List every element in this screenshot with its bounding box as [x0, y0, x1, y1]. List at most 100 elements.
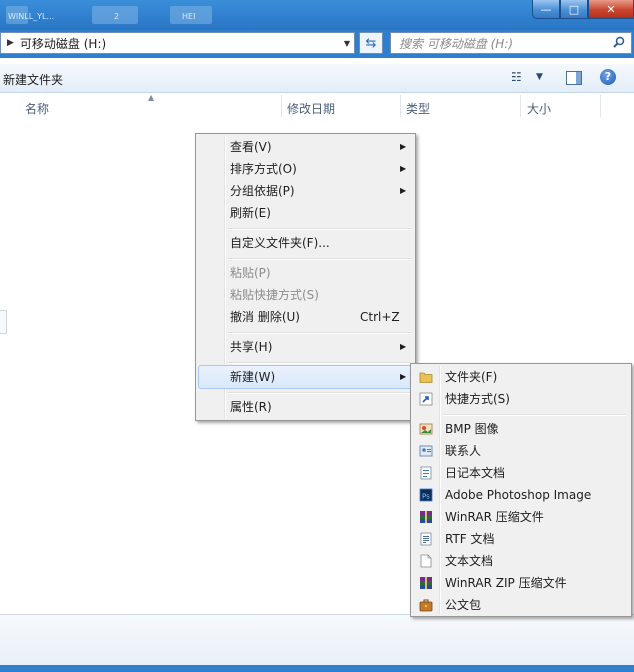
menu-item-new-winrar-zip[interactable]: WinRAR ZIP 压缩文件: [413, 572, 629, 594]
column-divider[interactable]: [600, 95, 601, 117]
menu-item-label: 刷新(E): [230, 206, 271, 220]
chevron-down-icon[interactable]: ▼: [536, 72, 543, 82]
close-button[interactable]: ✕: [588, 0, 634, 19]
menu-item-new-journal[interactable]: 日记本文档: [413, 462, 629, 484]
menu-item-label: 自定义文件夹(F)...: [230, 236, 330, 250]
command-bar: 新建文件夹 ☷ ▼ ?: [0, 64, 634, 93]
submenu-arrow-icon: ▶: [400, 372, 407, 381]
column-header-row: ▲ 名称 修改日期 类型 大小: [0, 93, 634, 120]
menu-item-new-text-document[interactable]: 文本文档: [413, 550, 629, 572]
title-fragment-1: WINLL_YL...: [8, 12, 55, 21]
menu-separator: [228, 258, 411, 260]
menu-item-label: 文件夹(F): [445, 370, 498, 384]
menu-item-new-bmp[interactable]: BMP 图像: [413, 418, 629, 440]
chevron-down-icon[interactable]: ▼: [340, 39, 354, 48]
menu-item-label: RTF 文档: [445, 532, 495, 546]
menu-item-label: 粘贴快捷方式(S): [230, 288, 319, 302]
menu-item-label: Adobe Photoshop Image: [445, 488, 592, 502]
views-icon[interactable]: ☷: [511, 70, 522, 84]
column-name[interactable]: 名称: [25, 100, 49, 117]
help-icon[interactable]: ?: [600, 69, 616, 85]
minimize-icon: —: [540, 2, 552, 16]
menu-item-label: BMP 图像: [445, 422, 499, 436]
details-pane: [0, 615, 634, 665]
submenu-arrow-icon: ▶: [400, 142, 407, 151]
minimize-button[interactable]: —: [532, 0, 560, 19]
sort-arrow-icon: ▲: [148, 93, 155, 102]
menu-item-label: WinRAR 压缩文件: [445, 510, 544, 524]
menu-item-paste-shortcut[interactable]: 粘贴快捷方式(S): [198, 284, 413, 306]
winrar-icon: [420, 511, 432, 523]
menu-item-label: 粘贴(P): [230, 266, 271, 280]
maximize-icon: □: [568, 2, 580, 16]
window-titlebar: WINLL_YL... 2 HEI — □ ✕: [0, 0, 634, 30]
svg-text:Ps: Ps: [422, 493, 430, 501]
context-menu: 查看(V) ▶ 排序方式(O) ▶ 分组依据(P) ▶ 刷新(E) 自定义文件夹…: [195, 133, 416, 421]
title-fragment-3: HEI: [182, 12, 196, 21]
menu-separator: [443, 414, 626, 416]
address-bar[interactable]: ▶ 可移动磁盘 (H:) ▼: [0, 32, 355, 54]
window-bottom-border: [0, 665, 634, 672]
menu-item-sort-by[interactable]: 排序方式(O) ▶: [198, 158, 413, 180]
navigation-pane-edge[interactable]: [0, 310, 7, 334]
menu-item-label: 分组依据(P): [230, 184, 295, 198]
refresh-icon: ⇆: [365, 35, 377, 51]
menu-item-label: 排序方式(O): [230, 162, 297, 176]
search-input[interactable]: 搜索 可移动磁盘 (H:): [390, 32, 632, 54]
preview-pane-icon[interactable]: [566, 71, 582, 85]
new-submenu: 文件夹(F) 快捷方式(S) BMP 图像 联系人 日记本文档 Ps Adobe…: [410, 363, 632, 617]
refresh-button[interactable]: ⇆: [359, 32, 383, 54]
menu-item-label: 日记本文档: [445, 466, 506, 480]
menu-item-new-folder[interactable]: 文件夹(F): [413, 366, 629, 388]
address-row: ▶ 可移动磁盘 (H:) ▼ ⇆ 搜索 可移动磁盘 (H:): [0, 30, 634, 58]
journal-icon: [420, 466, 432, 480]
menu-item-new-winrar[interactable]: WinRAR 压缩文件: [413, 506, 629, 528]
menu-item-new-briefcase[interactable]: 公文包: [413, 594, 629, 616]
menu-item-group-by[interactable]: 分组依据(P) ▶: [198, 180, 413, 202]
photoshop-icon: Ps: [419, 488, 433, 502]
menu-separator: [228, 362, 411, 364]
winrar-zip-icon: [420, 577, 432, 589]
menu-item-label: 新建(W): [230, 370, 276, 384]
shortcut-icon: [419, 392, 433, 406]
menu-item-label: 联系人: [445, 444, 482, 458]
column-divider[interactable]: [281, 95, 282, 117]
menu-item-customize-folder[interactable]: 自定义文件夹(F)...: [198, 232, 413, 254]
text-document-icon: [420, 554, 432, 568]
breadcrumb-arrow-icon[interactable]: ▶: [7, 38, 14, 48]
menu-item-label: 撤消 删除(U): [230, 310, 300, 324]
menu-item-new-photoshop[interactable]: Ps Adobe Photoshop Image: [413, 484, 629, 506]
menu-separator: [228, 332, 411, 334]
search-icon[interactable]: [613, 36, 631, 51]
menu-item-label: 公文包: [445, 598, 482, 612]
menu-item-new-shortcut[interactable]: 快捷方式(S): [413, 388, 629, 410]
title-fragment-2: 2: [114, 12, 120, 21]
address-path[interactable]: 可移动磁盘 (H:): [20, 35, 340, 52]
column-type[interactable]: 类型: [406, 100, 430, 117]
column-divider[interactable]: [400, 95, 401, 117]
column-modified-date[interactable]: 修改日期: [287, 100, 335, 117]
menu-item-properties[interactable]: 属性(R): [198, 396, 413, 418]
menu-item-new[interactable]: 新建(W) ▶: [198, 365, 413, 389]
column-size[interactable]: 大小: [527, 100, 551, 117]
menu-item-label: 文本文档: [445, 554, 494, 568]
menu-item-shortcut: Ctrl+Z: [360, 310, 400, 324]
submenu-arrow-icon: ▶: [400, 164, 407, 173]
close-icon: ✕: [606, 2, 616, 16]
menu-item-label: 快捷方式(S): [445, 392, 510, 406]
menu-item-new-contact[interactable]: 联系人: [413, 440, 629, 462]
menu-item-label: WinRAR ZIP 压缩文件: [445, 576, 567, 590]
menu-item-label: 共享(H): [230, 340, 273, 354]
menu-item-view[interactable]: 查看(V) ▶: [198, 136, 413, 158]
menu-separator: [228, 228, 411, 230]
menu-separator: [228, 392, 411, 394]
new-folder-button[interactable]: 新建文件夹: [3, 71, 63, 88]
maximize-button[interactable]: □: [560, 0, 588, 19]
menu-item-new-rtf[interactable]: RTF 文档: [413, 528, 629, 550]
column-divider[interactable]: [520, 95, 521, 117]
menu-item-share[interactable]: 共享(H) ▶: [198, 336, 413, 358]
menu-item-paste[interactable]: 粘贴(P): [198, 262, 413, 284]
folder-icon: [419, 372, 433, 383]
menu-item-undo-delete[interactable]: 撤消 删除(U) Ctrl+Z: [198, 306, 413, 328]
menu-item-refresh[interactable]: 刷新(E): [198, 202, 413, 224]
